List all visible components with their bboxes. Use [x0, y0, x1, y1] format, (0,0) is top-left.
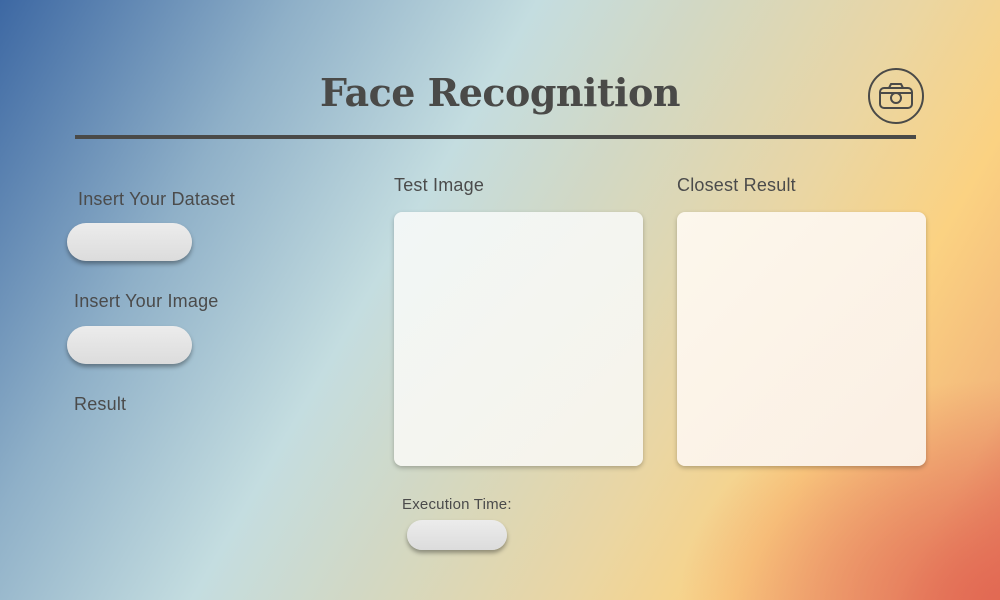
- insert-image-button[interactable]: [67, 326, 192, 364]
- header-divider: [75, 135, 916, 139]
- result-label: Result: [74, 394, 127, 414]
- closest-result-panel: [677, 212, 926, 466]
- camera-icon: [879, 83, 913, 109]
- insert-dataset-button[interactable]: [67, 223, 192, 261]
- execution-time-field: [407, 520, 507, 550]
- closest-result-label: Closest Result: [677, 175, 796, 195]
- execution-time-label: Execution Time:: [402, 496, 512, 513]
- dataset-label: Insert Your Dataset: [78, 189, 235, 209]
- camera-button[interactable]: [868, 68, 924, 124]
- test-image-panel: [394, 212, 643, 466]
- test-image-label: Test Image: [394, 175, 485, 195]
- page-title: Face Recognition: [320, 70, 680, 115]
- image-label: Insert Your Image: [74, 291, 219, 311]
